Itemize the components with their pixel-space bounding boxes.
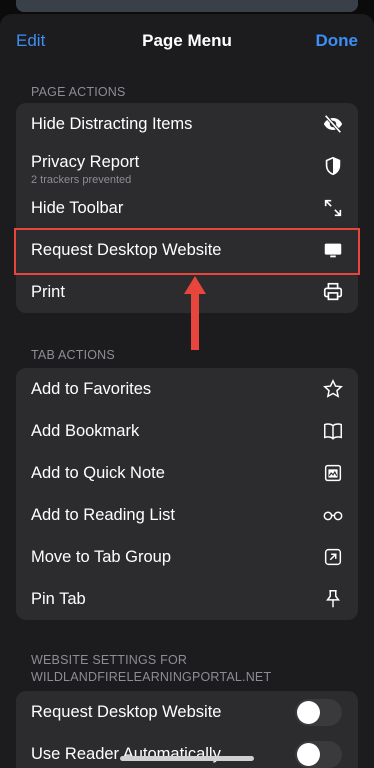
menu-item-add-bookmark[interactable]: Add Bookmark: [16, 410, 358, 452]
menu-item-label: Hide Toolbar: [31, 199, 124, 217]
toggle-knob: [297, 743, 320, 766]
eye-slash-icon: [322, 113, 344, 135]
menu-item-label: Add to Favorites: [31, 380, 152, 398]
section-header-website-settings: WEBSITE SETTINGS FOR WILDLANDFIRELEARNIN…: [31, 652, 271, 686]
pin-icon: [322, 588, 344, 610]
book-icon: [322, 420, 344, 442]
section-header-domain: WILDLANDFIRELEARNINGPORTAL.NET: [31, 670, 272, 684]
menu-item-label: Privacy Report: [31, 153, 140, 171]
reader-automatically-toggle[interactable]: [295, 741, 342, 768]
section-header-line: WEBSITE SETTINGS FOR: [31, 653, 188, 667]
annotation-arrow: [184, 276, 206, 350]
setting-label: Use Reader Automatically: [31, 745, 221, 763]
menu-item-add-to-quick-note[interactable]: Add to Quick Note: [16, 452, 358, 494]
home-indicator: [120, 756, 254, 761]
desktop-icon: [322, 239, 344, 261]
section-header-tab-actions: TAB ACTIONS: [31, 348, 115, 362]
diagonal-arrows-icon: [322, 197, 344, 219]
setting-label: Request Desktop Website: [31, 703, 222, 721]
menu-item-hide-toolbar[interactable]: Hide Toolbar: [16, 187, 358, 229]
setting-use-reader-automatically: Use Reader Automatically: [16, 733, 358, 768]
menu-item-request-desktop-website[interactable]: Request Desktop Website: [16, 229, 358, 271]
menu-item-label: Print: [31, 283, 65, 301]
menu-item-move-to-tab-group[interactable]: Move to Tab Group: [16, 536, 358, 578]
setting-request-desktop-website: Request Desktop Website: [16, 691, 358, 733]
menu-item-label: Request Desktop Website: [31, 241, 222, 259]
tab-actions-group: Add to Favorites Add Bookmark Add to Qui…: [16, 368, 358, 620]
menu-item-label: Move to Tab Group: [31, 548, 172, 566]
star-icon: [322, 378, 344, 400]
menu-item-hide-distracting-items[interactable]: Hide Distracting Items: [16, 103, 358, 145]
menu-item-label: Hide Distracting Items: [31, 115, 193, 133]
menu-item-privacy-report[interactable]: Privacy Report 2 trackers prevented: [16, 145, 358, 187]
menu-item-label: Add to Reading List: [31, 506, 176, 524]
request-desktop-toggle[interactable]: [295, 699, 342, 726]
nav-bar: Edit Page Menu Done: [0, 14, 374, 66]
shield-icon: [322, 155, 344, 177]
page-menu-sheet: Edit Page Menu Done PAGE ACTIONS Hide Di…: [0, 14, 374, 768]
toggle-knob: [297, 701, 320, 724]
section-header-page-actions: PAGE ACTIONS: [31, 85, 126, 99]
glasses-icon: [322, 504, 344, 526]
printer-icon: [322, 281, 344, 303]
menu-item-label: Add to Quick Note: [31, 464, 165, 482]
move-arrow-icon: [322, 546, 344, 568]
menu-item-pin-tab[interactable]: Pin Tab: [16, 578, 358, 620]
quick-note-icon: [322, 462, 344, 484]
menu-item-sublabel: 2 trackers prevented: [31, 174, 132, 186]
menu-item-label: Add Bookmark: [31, 422, 140, 440]
background-page-strip: [16, 0, 358, 12]
menu-item-add-to-favorites[interactable]: Add to Favorites: [16, 368, 358, 410]
menu-item-add-to-reading-list[interactable]: Add to Reading List: [16, 494, 358, 536]
menu-item-label: Pin Tab: [31, 590, 86, 608]
done-button[interactable]: Done: [316, 31, 359, 51]
